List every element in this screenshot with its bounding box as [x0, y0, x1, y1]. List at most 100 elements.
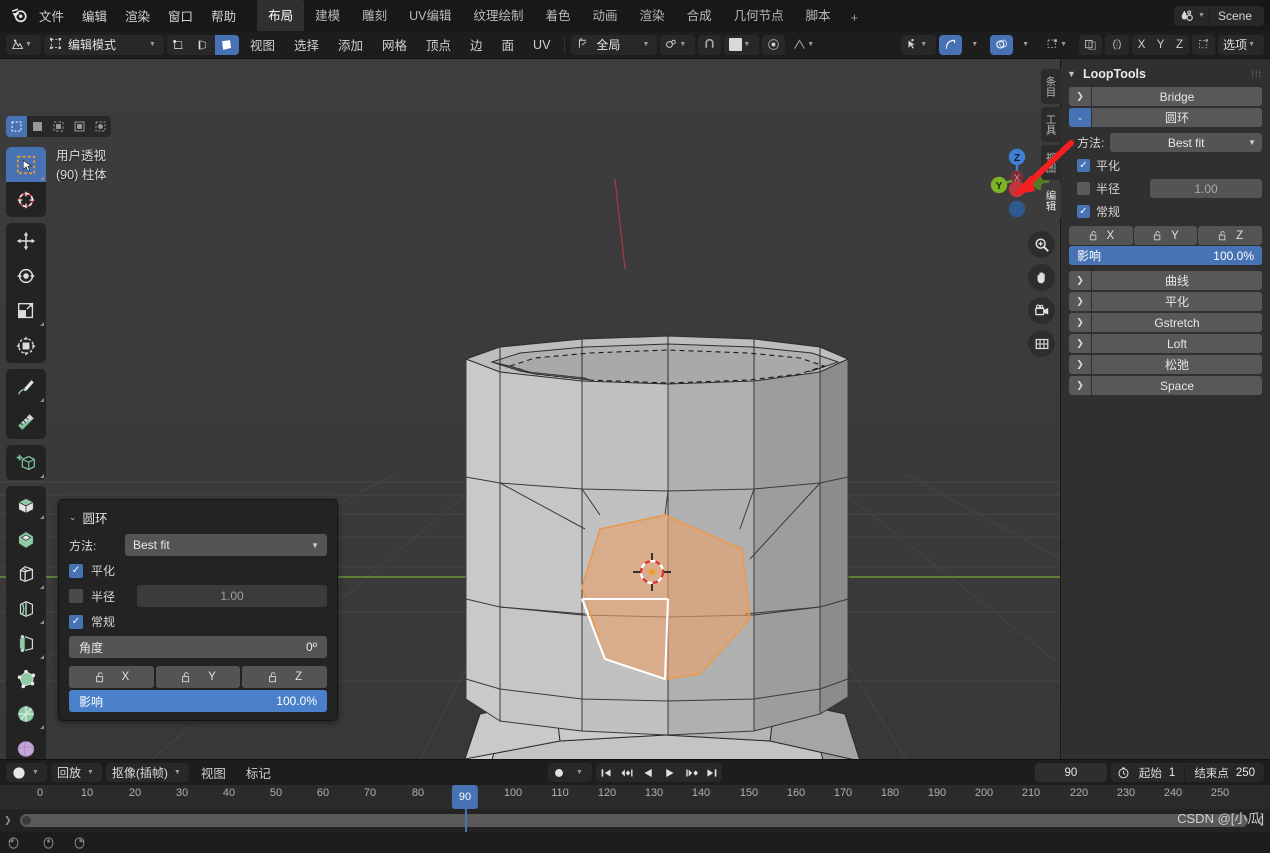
gizmo-options-chevron-icon[interactable]: ▼	[965, 35, 987, 55]
mirror-axis-x[interactable]: X	[1132, 39, 1151, 51]
auto-keying-chevron-icon[interactable]: ▼	[570, 763, 592, 782]
circle-regular-row[interactable]: 常规	[1077, 203, 1262, 220]
workspace-tab-scripting[interactable]: 脚本	[795, 0, 842, 31]
menu-select[interactable]: 选择	[286, 33, 327, 56]
menu-add[interactable]: 添加	[330, 33, 371, 56]
jump-to-end-icon[interactable]	[701, 763, 722, 782]
smooth-icon[interactable]	[6, 731, 46, 759]
flatten-checkbox[interactable]	[1077, 159, 1090, 172]
timeline-menu-marker[interactable]: 标记	[238, 761, 279, 784]
redo-regular-row[interactable]: 常规	[69, 613, 327, 630]
start-frame-value[interactable]: 1	[1169, 767, 1184, 779]
menu-help[interactable]: 帮助	[202, 3, 245, 28]
menu-edge[interactable]: 边	[462, 33, 491, 56]
extrude-region-icon[interactable]	[6, 486, 46, 521]
pan-hand-icon[interactable]	[1028, 264, 1055, 291]
tweak-select-box-icon[interactable]	[6, 147, 46, 182]
previous-keyframe-icon[interactable]	[617, 763, 638, 782]
scroll-left-icon[interactable]: ❯	[4, 815, 12, 826]
redo-influence-slider[interactable]: 影响 100.0%	[69, 690, 327, 712]
visibility-icon[interactable]: ▼	[901, 34, 937, 55]
looptools-section-space[interactable]: ❯ Space	[1069, 376, 1262, 395]
add-workspace-button[interactable]: +	[842, 4, 868, 31]
magnet-icon[interactable]	[698, 34, 722, 55]
xray-icon[interactable]: ▼	[1041, 35, 1076, 55]
looptools-section-bridge[interactable]: ❯ Bridge	[1069, 87, 1262, 106]
cursor-3d-icon[interactable]	[6, 182, 46, 217]
current-frame-field[interactable]: 90	[1034, 763, 1107, 782]
poly-build-icon[interactable]	[6, 661, 46, 696]
end-frame-value[interactable]: 250	[1236, 767, 1264, 779]
looptools-section-gstretch[interactable]: ❯ Gstretch	[1069, 313, 1262, 332]
workspace-tab-layout[interactable]: 布局	[257, 0, 305, 31]
pivot-point-selector[interactable]: ▼	[660, 34, 696, 55]
menu-edit[interactable]: 编辑	[73, 3, 116, 28]
mirror-topology-icon[interactable]	[1192, 34, 1216, 55]
mode-selector[interactable]: 编辑模式 ▼	[43, 34, 164, 55]
redo-radius-value[interactable]: 1.00	[137, 585, 327, 607]
sidebar-tab-view[interactable]: 视图	[1041, 145, 1061, 180]
circle-flatten-row[interactable]: 平化	[1077, 157, 1262, 174]
edge-select-icon[interactable]	[191, 35, 215, 55]
play-reverse-icon[interactable]	[638, 763, 659, 782]
looptools-section-flatten[interactable]: ❯ 平化	[1069, 292, 1262, 311]
knife-icon[interactable]	[6, 626, 46, 661]
add-cube-icon[interactable]	[6, 445, 46, 480]
radius-checkbox[interactable]	[1077, 182, 1090, 195]
radius-value-field[interactable]: 1.00	[1150, 179, 1262, 198]
influence-slider[interactable]: 影响 100.0%	[1069, 246, 1262, 265]
select-intersect-icon[interactable]	[90, 116, 111, 137]
timeline-ruler[interactable]: 0 10 20 30 40 50 60 70 80 100 110 120 13…	[0, 785, 1270, 809]
transform-icon[interactable]	[6, 328, 46, 363]
workspace-tab-uv-editing[interactable]: UV编辑	[398, 0, 462, 31]
mirror-axis-z[interactable]: Z	[1170, 39, 1189, 51]
redo-angle-field[interactable]: 角度 0º	[69, 636, 327, 658]
zoom-icon[interactable]	[1028, 231, 1055, 258]
redo-flatten-row[interactable]: 平化	[69, 562, 327, 579]
looptools-section-loft[interactable]: ❯ Loft	[1069, 334, 1262, 353]
redo-radius-checkbox[interactable]	[69, 589, 83, 603]
editor-type-icon[interactable]: ▼	[6, 34, 41, 55]
play-icon[interactable]	[659, 763, 680, 782]
redo-axis-lock-z[interactable]: Z	[242, 666, 328, 688]
workspace-tab-animation[interactable]: 动画	[582, 0, 629, 31]
select-subtract-icon[interactable]	[48, 116, 69, 137]
workspace-tab-texture-paint[interactable]: 纹理绘制	[463, 0, 535, 31]
falloff-curve-icon[interactable]: ▼	[788, 35, 823, 55]
loop-cut-icon[interactable]	[6, 591, 46, 626]
mirror-axis-y[interactable]: Y	[1151, 39, 1170, 51]
axis-lock-x[interactable]: X	[1069, 226, 1133, 245]
scale-icon[interactable]	[6, 293, 46, 328]
select-extend-icon[interactable]	[27, 116, 48, 137]
transform-orientation-selector[interactable]: 全局 ▼	[571, 34, 658, 55]
scrollbar-handle[interactable]	[22, 816, 31, 825]
mirror-icon[interactable]	[1105, 34, 1130, 55]
toggle-orthographic-icon[interactable]	[1028, 330, 1055, 357]
menu-window[interactable]: 窗口	[159, 3, 202, 28]
toggle-xray-button[interactable]	[1079, 34, 1103, 55]
menu-uv[interactable]: UV	[525, 36, 558, 54]
sidebar-tab-tool[interactable]: 工具	[1041, 107, 1061, 142]
gizmo-icon[interactable]	[939, 34, 963, 55]
snap-target-selector[interactable]: ▼	[724, 34, 760, 55]
timeline-scrollbar[interactable]	[20, 814, 1248, 827]
overlays-icon[interactable]	[990, 34, 1014, 55]
select-box-icon[interactable]	[6, 116, 27, 137]
menu-vertex[interactable]: 顶点	[418, 33, 459, 56]
next-keyframe-icon[interactable]	[680, 763, 701, 782]
looptools-section-curve[interactable]: ❯ 曲线	[1069, 271, 1262, 290]
menu-view[interactable]: 视图	[242, 33, 283, 56]
menu-face[interactable]: 面	[494, 33, 523, 56]
redo-axis-lock-y[interactable]: Y	[155, 666, 241, 688]
timeline-editor-type[interactable]: ▼	[6, 763, 47, 782]
jump-to-start-icon[interactable]	[596, 763, 617, 782]
workspace-tab-sculpting[interactable]: 雕刻	[351, 0, 398, 31]
menu-mesh[interactable]: 网格	[374, 33, 415, 56]
menu-file[interactable]: 文件	[30, 3, 73, 28]
overlays-chevron-down-icon[interactable]: ▼	[1016, 35, 1038, 55]
bevel-icon[interactable]	[6, 556, 46, 591]
options-button[interactable]: 选项 ▼	[1218, 34, 1264, 55]
workspace-tab-geometry-nodes[interactable]: 几何节点	[723, 0, 795, 31]
looptools-section-circle[interactable]: ⌄ 圆环	[1069, 108, 1262, 127]
axis-lock-y[interactable]: Y	[1133, 226, 1198, 245]
